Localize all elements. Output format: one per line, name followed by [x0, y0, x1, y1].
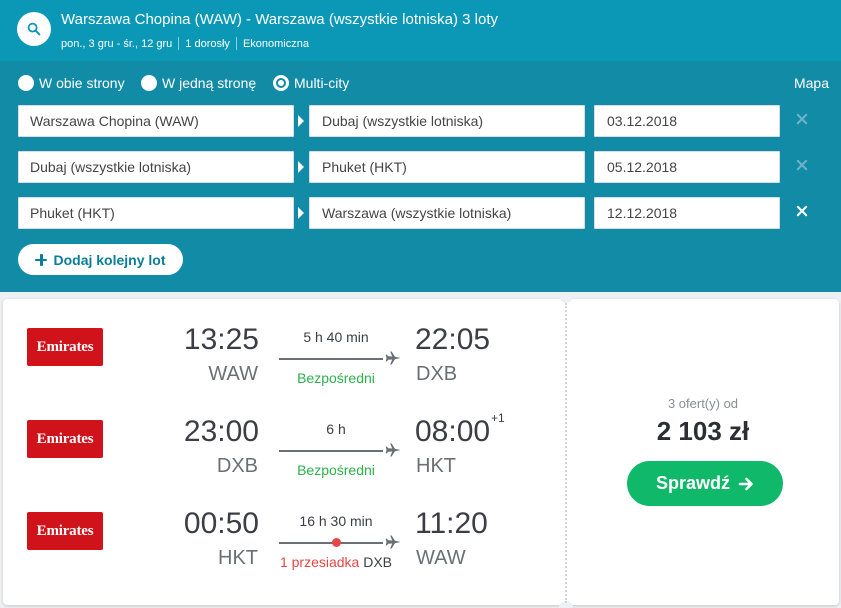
search-form: W obie strony W jedną stronę Multi-city …	[0, 61, 841, 292]
departure-airport: DXB	[216, 455, 258, 477]
plane-icon	[385, 351, 401, 365]
flight-row: Emirates 13:25 WAW 5 h 40 min 22:05 DXB …	[3, 299, 563, 386]
arrival-airport: WAW	[416, 547, 466, 569]
trip-type-round[interactable]: W obie strony	[18, 75, 125, 91]
flight-line	[279, 450, 383, 452]
arrow-right-icon	[298, 161, 304, 173]
add-leg-button[interactable]: Dodaj kolejny lot	[18, 244, 183, 275]
departure-time: 13:25	[183, 323, 259, 356]
search-button[interactable]	[17, 12, 51, 46]
radio-one-way[interactable]	[141, 75, 157, 91]
check-label: Sprawdź	[655, 473, 730, 493]
arrival-time: 08:00	[415, 415, 491, 448]
add-leg-label: Dodaj kolejny lot	[53, 251, 166, 268]
origin-field[interactable]: Phuket (HKT)	[18, 197, 294, 229]
trip-type-label: W obie strony	[39, 75, 125, 91]
origin-field[interactable]: Dubaj (wszystkie lotniska)	[18, 151, 294, 183]
date-field[interactable]: 12.12.2018	[594, 197, 780, 229]
price: 2 103 zł	[656, 416, 750, 446]
plane-icon	[385, 443, 401, 457]
flight-duration: 5 h 40 min	[303, 329, 369, 345]
trip-type-multicity[interactable]: Multi-city	[273, 75, 349, 91]
flight-row: Emirates 23:00 DXB 6 h 08:00 HKT Bezpośr…	[3, 391, 563, 478]
flight-leg-3: Phuket (HKT) Warszawa (wszystkie lotnisk…	[18, 197, 808, 229]
destination-field[interactable]: Warszawa (wszystkie lotniska)	[309, 197, 585, 229]
passenger-count: 1 dorosły	[185, 37, 230, 50]
departure-time: 00:50	[183, 507, 259, 540]
search-summary-bar: Warszawa Chopina (WAW) - Warszawa (wszys…	[0, 0, 841, 61]
route-meta: pon., 3 gru - śr., 12 gru 1 dorosły Ekon…	[61, 37, 309, 50]
remove-leg-icon[interactable]	[795, 112, 809, 126]
plus-icon	[35, 253, 48, 266]
trip-type-label: Multi-city	[294, 75, 350, 91]
airline-logo: Emirates	[27, 420, 103, 458]
stop-airport: DXB	[363, 554, 393, 570]
offers-count: 3 ofert(y) od	[667, 396, 739, 411]
departure-airport: HKT	[218, 547, 258, 569]
radio-round-trip[interactable]	[18, 75, 34, 91]
stops-label: Bezpośredni	[297, 462, 375, 478]
flight-row: Emirates 00:50 HKT 16 h 30 min 11:20 WAW…	[3, 483, 563, 570]
departure-airport: WAW	[208, 363, 258, 385]
day-offset-badge: +1	[491, 411, 505, 425]
stop-dot-icon	[332, 538, 341, 547]
flight-line	[279, 358, 383, 360]
departure-time: 23:00	[183, 415, 259, 448]
trip-type-oneway[interactable]: W jedną stronę	[141, 75, 256, 91]
airline-logo: Emirates	[27, 328, 103, 366]
remove-leg-icon[interactable]	[795, 204, 809, 218]
arrival-time: 11:20	[415, 507, 488, 540]
map-link[interactable]: Mapa	[794, 75, 829, 91]
date-field[interactable]: 05.12.2018	[594, 151, 780, 183]
meta-separator	[235, 37, 237, 50]
arrow-right-icon	[298, 115, 304, 127]
arrival-airport: DXB	[416, 363, 458, 385]
flight-leg-2: Dubaj (wszystkie lotniska) Phuket (HKT) …	[18, 151, 808, 183]
check-offer-button[interactable]: Sprawdź	[627, 461, 783, 506]
trip-type-label: W jedną stronę	[162, 75, 257, 91]
flight-duration: 6 h	[326, 421, 346, 437]
flight-duration: 16 h 30 min	[299, 513, 373, 529]
meta-separator	[178, 37, 180, 50]
radio-multi-city[interactable]	[273, 75, 289, 91]
destination-field[interactable]: Dubaj (wszystkie lotniska)	[309, 105, 585, 137]
stops-info: 1 przesiadka DXB	[265, 554, 407, 570]
origin-field[interactable]: Warszawa Chopina (WAW)	[18, 105, 294, 137]
arrival-airport: HKT	[416, 455, 456, 477]
flight-leg-1: Warszawa Chopina (WAW) Dubaj (wszystkie …	[18, 105, 808, 137]
date-field[interactable]: 03.12.2018	[594, 105, 780, 137]
stops-label: 1 przesiadka	[279, 554, 360, 570]
search-icon	[27, 22, 41, 36]
route-title: Warszawa Chopina (WAW) - Warszawa (wszys…	[61, 11, 499, 28]
stops-label: Bezpośredni	[297, 370, 375, 386]
cabin-class: Ekonomiczna	[242, 37, 309, 50]
remove-leg-icon[interactable]	[795, 158, 809, 172]
result-card[interactable]: Emirates 13:25 WAW 5 h 40 min 22:05 DXB …	[3, 295, 839, 608]
arrow-right-icon	[738, 477, 753, 490]
plane-icon	[385, 535, 401, 549]
destination-field[interactable]: Phuket (HKT)	[309, 151, 585, 183]
flight-line	[279, 542, 383, 544]
travel-dates: pon., 3 gru - śr., 12 gru	[61, 37, 173, 50]
card-divider	[565, 303, 567, 603]
arrow-right-icon	[298, 207, 304, 219]
arrival-time: 22:05	[415, 323, 491, 356]
airline-logo: Emirates	[27, 512, 103, 550]
